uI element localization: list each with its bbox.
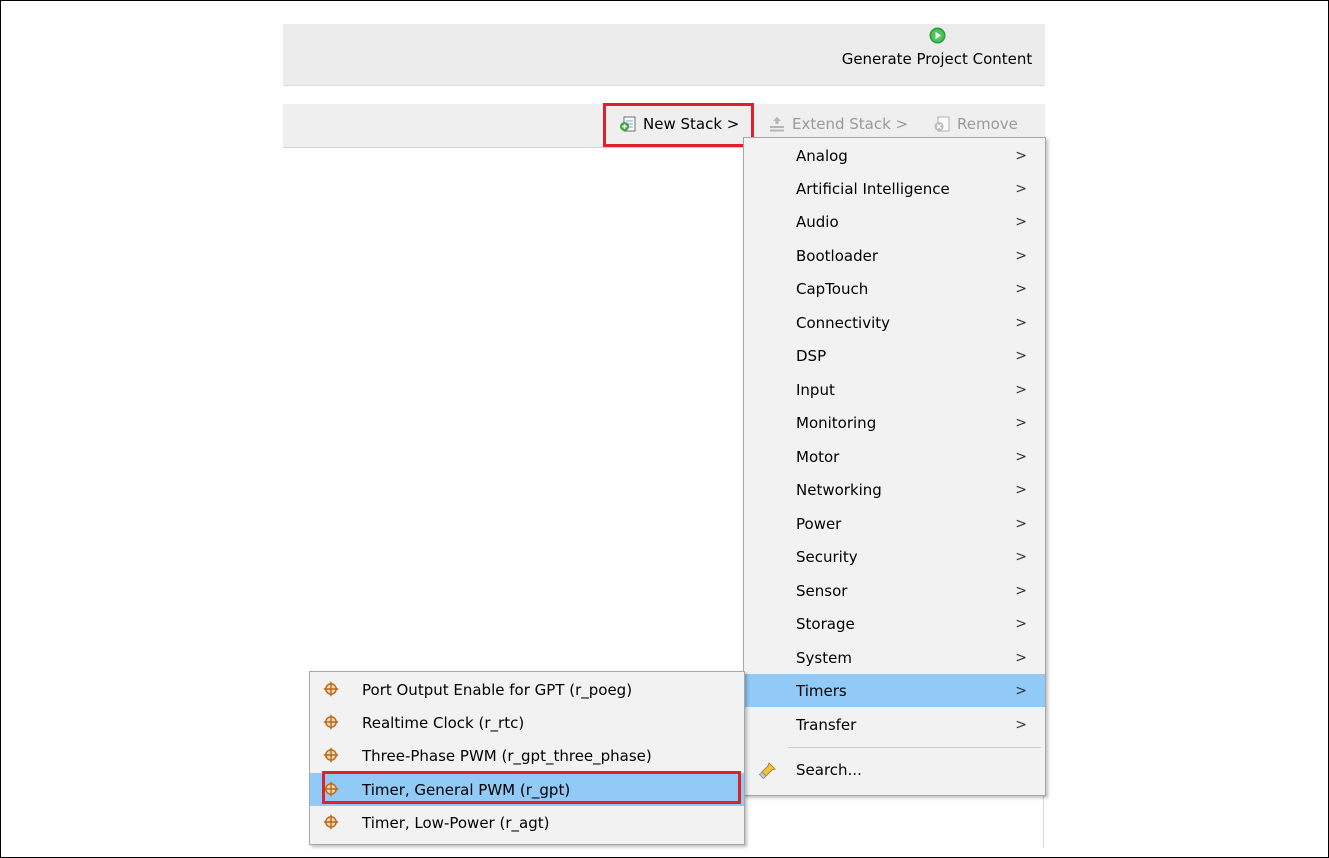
submenu-item-label: Three-Phase PWM (r_gpt_three_phase): [362, 746, 652, 765]
remove-label: Remove: [957, 115, 1018, 133]
chevron-right-icon: >: [1015, 448, 1027, 465]
chevron-right-icon: >: [1015, 682, 1027, 699]
chevron-right-icon: >: [1015, 615, 1027, 632]
submenu-item-agt[interactable]: Timer, Low-Power (r_agt): [310, 806, 744, 839]
menu-item-label: Artificial Intelligence: [796, 179, 950, 198]
menu-item-timers[interactable]: Timers >: [744, 674, 1045, 707]
menu-item-connectivity[interactable]: Connectivity >: [744, 306, 1045, 339]
menu-item-search[interactable]: Search...: [744, 753, 1045, 786]
menu-item-motor[interactable]: Motor >: [744, 440, 1045, 473]
menu-item-label: Transfer: [796, 715, 857, 734]
menu-item-label: Power: [796, 514, 842, 533]
submenu-item-label: Port Output Enable for GPT (r_poeg): [362, 680, 633, 699]
chevron-right-icon: >: [1015, 147, 1027, 164]
chevron-right-icon: >: [1015, 414, 1027, 431]
chevron-right-icon: >: [1015, 247, 1027, 264]
menu-item-monitoring[interactable]: Monitoring >: [744, 406, 1045, 439]
menu-item-dsp[interactable]: DSP >: [744, 339, 1045, 372]
extend-stack-label: Extend Stack >: [792, 115, 909, 133]
chevron-right-icon: >: [1015, 180, 1027, 197]
flashlight-icon: [758, 762, 776, 780]
menu-item-security[interactable]: Security >: [744, 540, 1045, 573]
menu-item-networking[interactable]: Networking >: [744, 473, 1045, 506]
timers-submenu: Port Output Enable for GPT (r_poeg) Real…: [309, 671, 745, 845]
divider: [283, 85, 1045, 86]
new-stack-highlight: [603, 103, 754, 147]
extend-stack-icon: [770, 117, 784, 132]
submenu-item-gpt-three-phase[interactable]: Three-Phase PWM (r_gpt_three_phase): [310, 739, 744, 772]
menu-item-label: Motor: [796, 447, 840, 466]
chevron-right-icon: >: [1015, 280, 1027, 297]
menu-item-label: Bootloader: [796, 246, 878, 265]
menu-item-label: DSP: [796, 346, 827, 365]
module-icon: [323, 814, 339, 830]
menu-item-captouch[interactable]: CapTouch >: [744, 272, 1045, 305]
generate-project-content-label: Generate Project Content: [841, 50, 1033, 68]
menu-item-power[interactable]: Power >: [744, 507, 1045, 540]
remove-icon: [934, 116, 950, 132]
chevron-right-icon: >: [1015, 347, 1027, 364]
menu-item-artificial-intelligence[interactable]: Artificial Intelligence >: [744, 172, 1045, 205]
menu-separator: [788, 747, 1041, 748]
menu-item-analog[interactable]: Analog >: [744, 139, 1045, 172]
menu-item-label: CapTouch: [796, 279, 869, 298]
module-icon: [323, 681, 339, 697]
module-icon: [323, 747, 339, 763]
menu-item-transfer[interactable]: Transfer >: [744, 708, 1045, 741]
menu-item-sensor[interactable]: Sensor >: [744, 574, 1045, 607]
generate-project-content-button[interactable]: Generate Project Content: [834, 27, 1040, 68]
extend-stack-button[interactable]: Extend Stack >: [768, 113, 908, 135]
submenu-item-label: Timer, Low-Power (r_agt): [362, 813, 550, 832]
module-icon: [323, 714, 339, 730]
chevron-right-icon: >: [1015, 481, 1027, 498]
menu-item-label: System: [796, 648, 852, 667]
chevron-right-icon: >: [1015, 649, 1027, 666]
chevron-right-icon: >: [1015, 381, 1027, 398]
menu-item-system[interactable]: System >: [744, 641, 1045, 674]
menu-item-input[interactable]: Input >: [744, 373, 1045, 406]
menu-item-audio[interactable]: Audio >: [744, 205, 1045, 238]
submenu-item-label: Realtime Clock (r_rtc): [362, 713, 525, 732]
chevron-right-icon: >: [1015, 716, 1027, 733]
menu-item-label: Sensor: [796, 581, 848, 600]
menu-item-label: Timers: [796, 681, 847, 700]
menu-item-label: Connectivity: [796, 313, 890, 332]
submenu-item-rtc[interactable]: Realtime Clock (r_rtc): [310, 706, 744, 739]
remove-button[interactable]: Remove: [933, 113, 1018, 135]
menu-item-label: Security: [796, 547, 858, 566]
menu-item-storage[interactable]: Storage >: [744, 607, 1045, 640]
chevron-right-icon: >: [1015, 314, 1027, 331]
timer-general-pwm-highlight: [322, 771, 741, 804]
menu-item-label: Monitoring: [796, 413, 877, 432]
chevron-right-icon: >: [1015, 515, 1027, 532]
menu-item-label: Networking: [796, 480, 882, 499]
new-stack-menu: Analog > Artificial Intelligence > Audio…: [743, 137, 1046, 796]
menu-item-label: Storage: [796, 614, 855, 633]
chevron-right-icon: >: [1015, 213, 1027, 230]
menu-item-label: Search...: [796, 760, 862, 779]
menu-item-bootloader[interactable]: Bootloader >: [744, 239, 1045, 272]
chevron-right-icon: >: [1015, 548, 1027, 565]
submenu-item-poeg[interactable]: Port Output Enable for GPT (r_poeg): [310, 673, 744, 706]
menu-item-label: Analog: [796, 146, 848, 165]
menu-item-label: Audio: [796, 212, 839, 231]
chevron-right-icon: >: [1015, 582, 1027, 599]
run-icon: [929, 27, 945, 44]
menu-item-label: Input: [796, 380, 835, 399]
